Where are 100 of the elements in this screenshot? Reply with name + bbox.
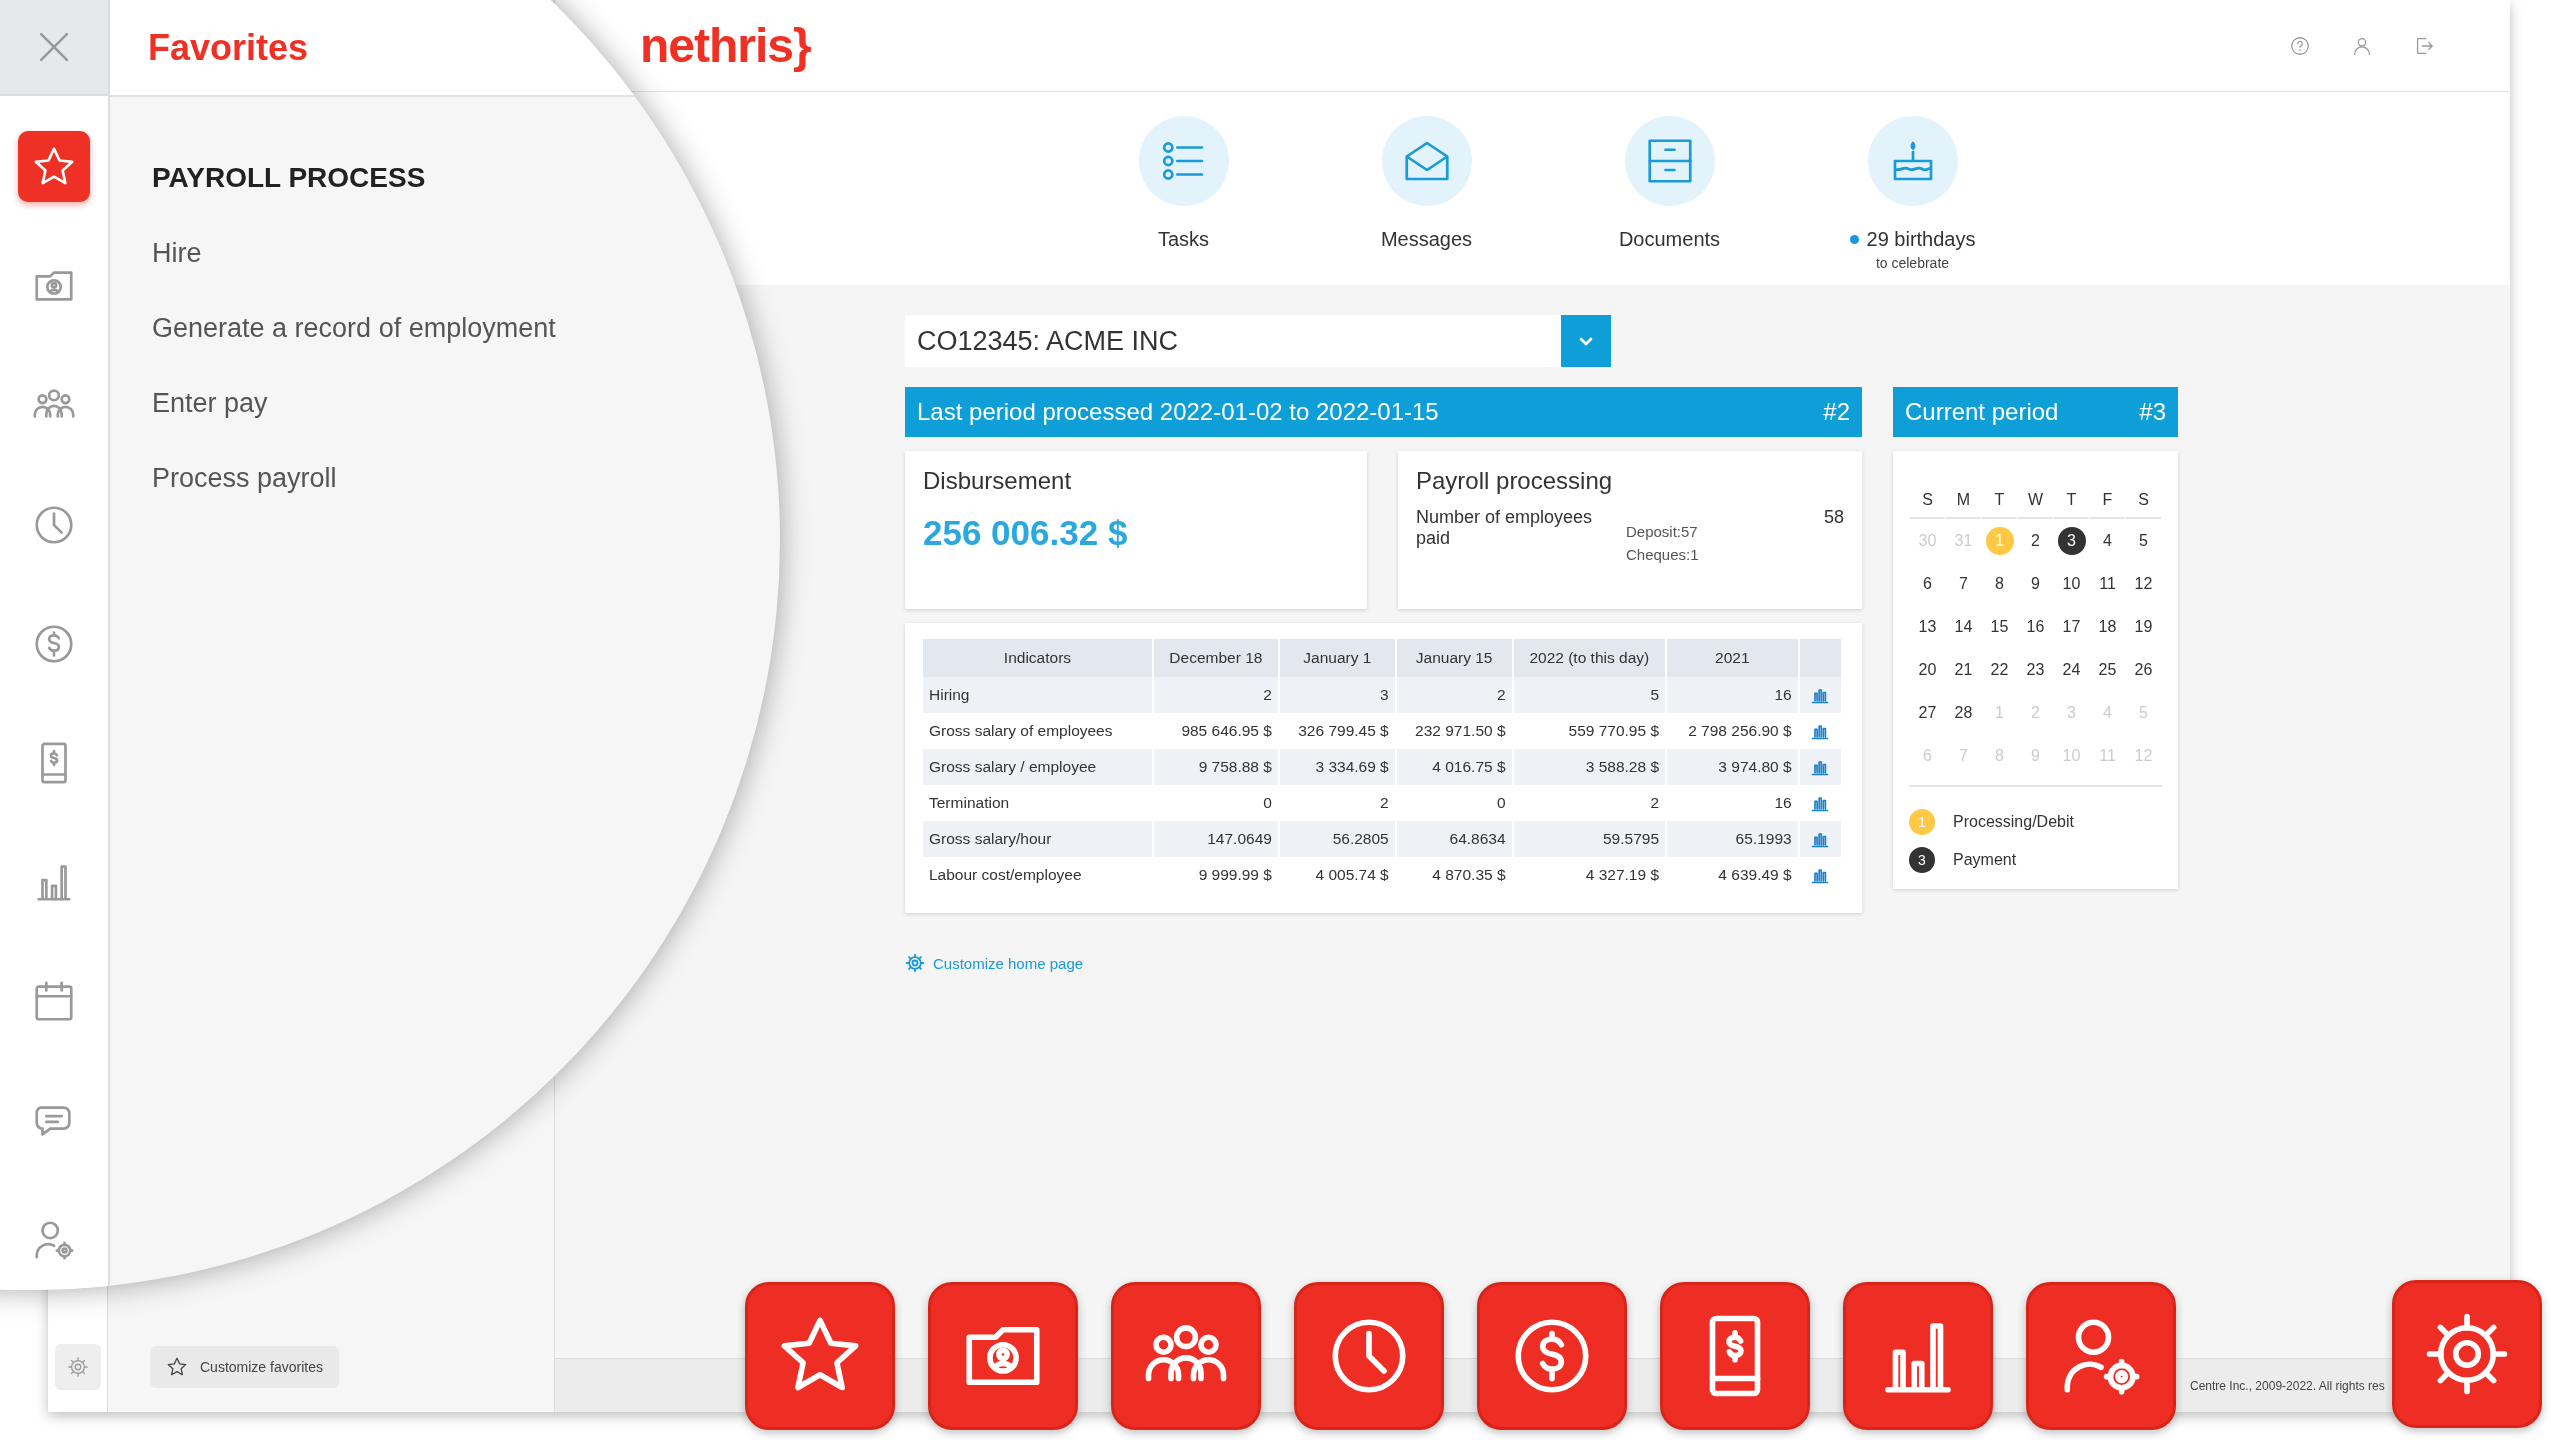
settings-button[interactable]: [54, 1344, 101, 1390]
gear-icon: [905, 953, 925, 973]
amount: 256 006.32 $: [923, 513, 1129, 553]
table-cell: 3 588.28 $: [1512, 749, 1667, 785]
panel-title: Favorites: [148, 26, 309, 69]
calendar-day[interactable]: 11: [2093, 569, 2122, 598]
table-cell: 147.0649: [1152, 821, 1279, 857]
section-title: Last period processed 2022-01-02 to 2022-01-15: [917, 398, 1439, 426]
quick-link-label[interactable]: Documents: [1618, 228, 1721, 251]
calendar-day[interactable]: 24: [2057, 655, 2086, 684]
section-number: #3: [2139, 398, 2166, 426]
module-tile[interactable]: [745, 1282, 895, 1430]
quick-link-label[interactable]: 29 birthdays: [1866, 228, 1976, 251]
table-cell: Gross salary / employee: [923, 749, 1153, 785]
company-select[interactable]: CO12345: ACME INC: [905, 315, 1611, 367]
module-tile[interactable]: [1477, 1282, 1627, 1430]
table-cell: Labour cost/employee: [923, 857, 1153, 893]
weekday-label: S: [2126, 491, 2161, 519]
column-header: 2022 (to this day): [1512, 639, 1667, 677]
table-cell: Hiring: [923, 677, 1153, 713]
customize-favorites-button[interactable]: Customize favorites: [150, 1346, 339, 1388]
quick-link-label[interactable]: Tasks: [1157, 228, 1210, 251]
table-cell: 64.8634: [1395, 821, 1513, 857]
calendar-day[interactable]: 15: [1985, 612, 2014, 641]
table-cell: Gross salary/hour: [923, 821, 1153, 857]
calendar-day[interactable]: 8: [1985, 569, 2014, 598]
calendar-day[interactable]: 12: [2129, 569, 2158, 598]
calendar-day[interactable]: 28: [1949, 698, 1978, 727]
card-title: Disbursement: [923, 467, 1073, 495]
employee-count: 58: [1823, 507, 1844, 529]
calendar-day[interactable]: 16: [2021, 612, 2050, 641]
table-cell: 3: [1278, 677, 1396, 713]
table-cell: 4 327.19 $: [1512, 857, 1667, 893]
legend-badge: 1: [1909, 809, 1935, 835]
copyright-text: Centre Inc., 2009-2022. All rights res: [2190, 1378, 2385, 1393]
table-cell: 9 758.88 $: [1152, 749, 1279, 785]
calendar-day[interactable]: 21: [1949, 655, 1978, 684]
sidebar-item[interactable]: [18, 131, 90, 203]
weekday-label: T: [1982, 491, 2017, 519]
logo: nethris}: [640, 18, 811, 73]
legend-badge: 3: [1909, 847, 1935, 873]
payment-detail: Deposit:57: [1626, 523, 1699, 540]
weekday-label: W: [2018, 491, 2053, 519]
help-icon: [2289, 34, 2311, 57]
calendar-day[interactable]: 2: [2021, 526, 2050, 555]
calendar-day[interactable]: 10: [2057, 569, 2086, 598]
calendar-day[interactable]: 17: [2057, 612, 2086, 641]
section-heading: PAYROLL PROCESS: [152, 162, 427, 194]
column-header: January 1: [1278, 639, 1396, 677]
table-cell: 59.5795: [1512, 821, 1667, 857]
calendar-day[interactable]: 13: [1913, 612, 1942, 641]
settings-tile[interactable]: [2392, 1280, 2542, 1428]
module-tile[interactable]: [1294, 1282, 1444, 1430]
module-tile[interactable]: [2026, 1282, 2176, 1430]
favorite-link[interactable]: Generate a record of employment: [152, 313, 780, 344]
table-cell: 3 334.69 $: [1278, 749, 1396, 785]
section-number: #2: [1823, 398, 1850, 426]
module-tile[interactable]: [1660, 1282, 1810, 1430]
table-cell: 2: [1395, 677, 1513, 713]
calendar-day[interactable]: 4: [2093, 526, 2122, 555]
module-tile[interactable]: [1843, 1282, 1993, 1430]
module-tile[interactable]: [928, 1282, 1078, 1430]
table-cell: 4 005.74 $: [1278, 857, 1396, 893]
calendar-day[interactable]: 22: [1985, 655, 2014, 684]
column-header: Indicators: [923, 639, 1153, 677]
calendar-day[interactable]: 25: [2093, 655, 2122, 684]
calendar-day[interactable]: 6: [1913, 569, 1942, 598]
weekday-label: M: [1946, 491, 1981, 519]
card-title: Payroll processing: [1416, 467, 1614, 495]
calendar-day[interactable]: 26: [2129, 655, 2158, 684]
table-cell: 4 870.35 $: [1395, 857, 1513, 893]
table-cell: 4 016.75 $: [1395, 749, 1513, 785]
calendar-day[interactable]: 19: [2129, 612, 2158, 641]
table-cell: 4 639.49 $: [1666, 857, 1799, 893]
favorite-link[interactable]: Hire: [152, 238, 780, 269]
table-cell: 16: [1666, 677, 1799, 713]
calendar-day[interactable]: 27: [1913, 698, 1942, 727]
quick-link-sublabel: to celebrate: [1875, 255, 1950, 271]
table-cell: 5: [1512, 677, 1667, 713]
employees-label: Number of employees paid: [1416, 507, 1594, 550]
calendar-day[interactable]: 9: [2021, 569, 2050, 598]
calendar-day[interactable]: 23: [2021, 655, 2050, 684]
weekday-label: F: [2090, 491, 2125, 519]
table-cell: 9 999.99 $: [1152, 857, 1279, 893]
calendar-day[interactable]: 20: [1913, 655, 1942, 684]
module-tile[interactable]: [1111, 1282, 1261, 1430]
calendar-day[interactable]: 3: [2057, 526, 2086, 555]
quick-link-label[interactable]: Messages: [1380, 228, 1473, 251]
legend-label: Processing/Debit: [1953, 813, 2074, 831]
calendar-day[interactable]: 14: [1949, 612, 1978, 641]
favorite-link[interactable]: Enter pay: [152, 388, 780, 419]
section-title: Current period: [1905, 398, 2059, 426]
calendar-day[interactable]: 5: [2129, 526, 2158, 555]
column-header: 2021: [1666, 639, 1799, 677]
calendar-day[interactable]: 18: [2093, 612, 2122, 641]
table-cell: 65.1993: [1666, 821, 1799, 857]
favorite-link[interactable]: Process payroll: [152, 463, 780, 494]
weekday-label: T: [2054, 491, 2089, 519]
calendar-day[interactable]: 7: [1949, 569, 1978, 598]
column-header: January 15: [1395, 639, 1513, 677]
